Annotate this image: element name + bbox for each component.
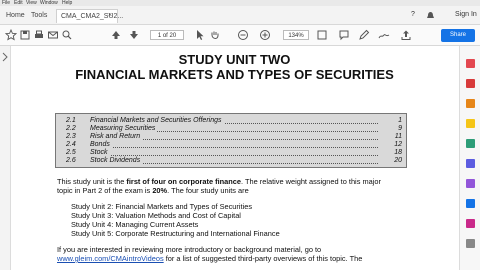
study-unit-title: STUDY UNIT TWO	[178, 52, 291, 67]
toc-number: 2.2	[66, 125, 76, 132]
toc-leader	[90, 141, 378, 148]
comment-tool-icon[interactable]	[465, 118, 476, 129]
right-tools-pane	[459, 46, 480, 270]
zoom-out-icon[interactable]	[237, 29, 249, 41]
closing-text: If you are interested in reviewing more …	[57, 245, 322, 254]
list-item: Study Unit 5: Corporate Restructuring an…	[71, 229, 280, 238]
intro-paragraph: This study unit is the first of four on …	[57, 177, 452, 195]
tab-document-label: CMA_CMA2_SU2...	[61, 13, 124, 20]
toc-title: Stock	[90, 149, 110, 156]
toc-row[interactable]: 2.4 Bonds 12	[56, 141, 408, 149]
pointer-icon[interactable]	[194, 29, 206, 41]
toc-page: 18	[394, 149, 402, 156]
toc-number: 2.1	[66, 117, 76, 124]
toc-title: Financial Markets and Securities Offerin…	[90, 117, 224, 124]
intro-text: . The relative weight assigned to this m…	[240, 177, 381, 186]
arrow-down-icon[interactable]	[128, 29, 140, 41]
redact-icon[interactable]	[465, 178, 476, 189]
document-page: STUDY UNIT TWO FINANCIAL MARKETS AND TYP…	[11, 46, 458, 270]
videos-link[interactable]: www.gleim.com/CMAintroVideos	[57, 254, 164, 263]
comment-icon[interactable]	[338, 29, 350, 41]
zoom-in-icon[interactable]	[259, 29, 271, 41]
share-button[interactable]: Share	[441, 29, 475, 42]
toc-title: Risk and Return	[90, 133, 143, 140]
intro-emphasis: first of four on corporate finance	[126, 177, 241, 186]
close-tab-icon[interactable]: ×	[108, 12, 112, 19]
create-pdf-icon[interactable]	[465, 78, 476, 89]
pen-icon[interactable]	[358, 29, 370, 41]
help-icon[interactable]: ?	[411, 6, 415, 24]
protect-icon[interactable]	[465, 198, 476, 209]
weight-percent: 20%	[152, 186, 168, 195]
study-unit-list: Study Unit 2: Financial Markets and Type…	[71, 202, 280, 238]
intro-text: . The four study units are	[167, 186, 249, 195]
list-item: Study Unit 2: Financial Markets and Type…	[71, 202, 253, 211]
email-icon[interactable]	[47, 29, 59, 41]
toc-row[interactable]: 2.5 Stock 18	[56, 149, 408, 157]
hand-icon[interactable]	[209, 29, 221, 41]
search-icon[interactable]	[61, 29, 73, 41]
toolbar: 1 of 20 134% Share	[0, 25, 480, 46]
toc-title: Bonds	[90, 141, 112, 148]
export-pdf-icon[interactable]	[465, 58, 476, 69]
toc-title: Stock Dividends	[90, 157, 143, 164]
toc-page: 9	[398, 125, 402, 132]
more-tools-icon[interactable]	[465, 238, 476, 249]
sign-in-link[interactable]: Sign In	[455, 6, 477, 24]
toc-row[interactable]: 2.3 Risk and Return 11	[56, 133, 408, 141]
list-item: Study Unit 4: Managing Current Assets	[71, 220, 199, 229]
print-icon[interactable]	[33, 29, 45, 41]
toc-page: 11	[394, 133, 402, 140]
arrow-up-icon[interactable]	[110, 29, 122, 41]
tab-tools[interactable]: Tools	[27, 9, 51, 23]
left-navigation-pane	[0, 46, 11, 270]
zoom-level-field[interactable]: 134%	[283, 30, 309, 40]
closing-text: for a list of suggested third-party over…	[163, 254, 363, 263]
toc-number: 2.4	[66, 141, 76, 148]
bell-icon[interactable]	[426, 11, 435, 20]
toc-number: 2.3	[66, 133, 76, 140]
tab-bar: Home Tools CMA_CMA2_SU2... ×	[0, 6, 480, 25]
page-number-field[interactable]: 1 of 20	[150, 30, 184, 40]
toc-page: 1	[398, 117, 402, 124]
intro-text: This study unit is the	[57, 177, 127, 186]
table-of-contents: 2.1 Financial Markets and Securities Off…	[55, 113, 407, 168]
toc-number: 2.5	[66, 149, 76, 156]
collapse-arrow-icon[interactable]	[2, 52, 8, 62]
save-icon[interactable]	[19, 29, 31, 41]
toc-page: 20	[394, 157, 402, 164]
fit-page-icon[interactable]	[316, 29, 328, 41]
sign-icon[interactable]	[378, 29, 390, 41]
toc-leader	[90, 149, 378, 156]
fill-sign-icon[interactable]	[465, 218, 476, 229]
toc-title: Measuring Securities	[90, 125, 158, 132]
intro-text: topic in Part 2 of the exam is	[57, 186, 153, 195]
study-unit-subtitle: FINANCIAL MARKETS AND TYPES OF SECURITIE…	[75, 67, 394, 82]
toc-row[interactable]: 2.1 Financial Markets and Securities Off…	[56, 117, 408, 125]
toc-page: 12	[394, 141, 402, 148]
toc-number: 2.6	[66, 157, 76, 164]
tab-home[interactable]: Home	[2, 9, 26, 23]
star-icon[interactable]	[5, 29, 17, 41]
toc-row[interactable]: 2.6 Stock Dividends 20	[56, 157, 408, 165]
closing-paragraph: If you are interested in reviewing more …	[57, 245, 457, 263]
combine-files-icon[interactable]	[465, 138, 476, 149]
edit-pdf-icon[interactable]	[465, 98, 476, 109]
share-upload-icon[interactable]	[400, 29, 412, 41]
list-item: Study Unit 3: Valuation Methods and Cost…	[71, 211, 241, 220]
toc-row[interactable]: 2.2 Measuring Securities 9	[56, 125, 408, 133]
organize-pages-icon[interactable]	[465, 158, 476, 169]
